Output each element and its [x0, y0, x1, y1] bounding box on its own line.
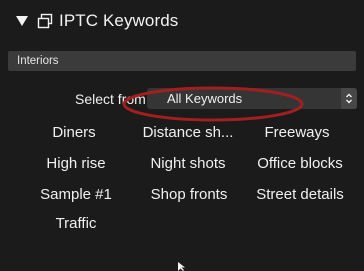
- keyword-office-blocks[interactable]: Office blocks: [257, 155, 343, 172]
- select-from-label: Select from:: [75, 91, 150, 107]
- panel-header[interactable]: IPTC Keywords: [0, 0, 364, 42]
- keyword-traffic[interactable]: Traffic: [56, 215, 97, 232]
- window-icon: [37, 13, 53, 29]
- keyword-high-rise[interactable]: High rise: [46, 155, 105, 172]
- disclosure-triangle-icon[interactable]: [16, 15, 28, 27]
- keyword-freeways[interactable]: Freeways: [264, 124, 329, 141]
- mouse-pointer-icon: [178, 262, 185, 271]
- keyword-shop-fronts[interactable]: Shop fronts: [151, 186, 228, 203]
- keyword-night-shots[interactable]: Night shots: [150, 155, 225, 172]
- select-from-value: All Keywords: [167, 91, 243, 106]
- keyword-street-details[interactable]: Street details: [256, 186, 344, 203]
- keyword-distance-shots[interactable]: Distance sh...: [143, 124, 234, 141]
- keyword-preset-field[interactable]: Interiors: [8, 51, 356, 71]
- up-down-chevron-icon[interactable]: [341, 88, 357, 109]
- iptc-keywords-panel: IPTC Keywords Interiors Select from: All…: [0, 0, 364, 271]
- select-from-popup[interactable]: All Keywords: [147, 88, 357, 109]
- keyword-sample-1[interactable]: Sample #1: [40, 186, 112, 203]
- select-from-row: Select from: All Keywords: [0, 84, 364, 114]
- panel-title: IPTC Keywords: [59, 11, 179, 30]
- keyword-diners[interactable]: Diners: [52, 124, 95, 141]
